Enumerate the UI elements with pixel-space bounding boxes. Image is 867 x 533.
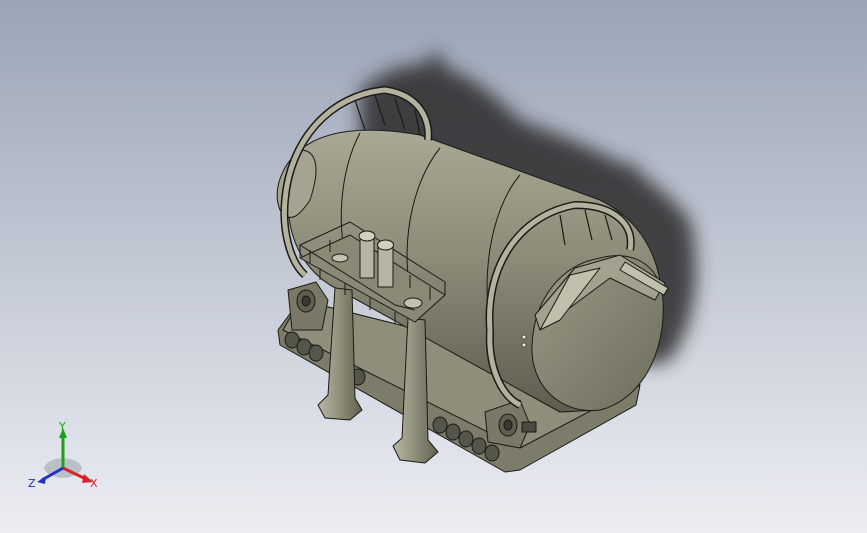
platform-vessel-2 bbox=[331, 253, 349, 263]
graphics-viewport[interactable]: Y X Z bbox=[0, 0, 867, 533]
model-canvas[interactable]: Y X Z bbox=[0, 0, 867, 533]
platform-vessel bbox=[403, 297, 423, 309]
platform-tank-right bbox=[377, 239, 394, 288]
platform-tank-left bbox=[358, 230, 376, 279]
axis-label-x: X bbox=[90, 477, 98, 490]
axis-label-z: Z bbox=[28, 477, 36, 490]
axis-label-y: Y bbox=[58, 420, 66, 433]
